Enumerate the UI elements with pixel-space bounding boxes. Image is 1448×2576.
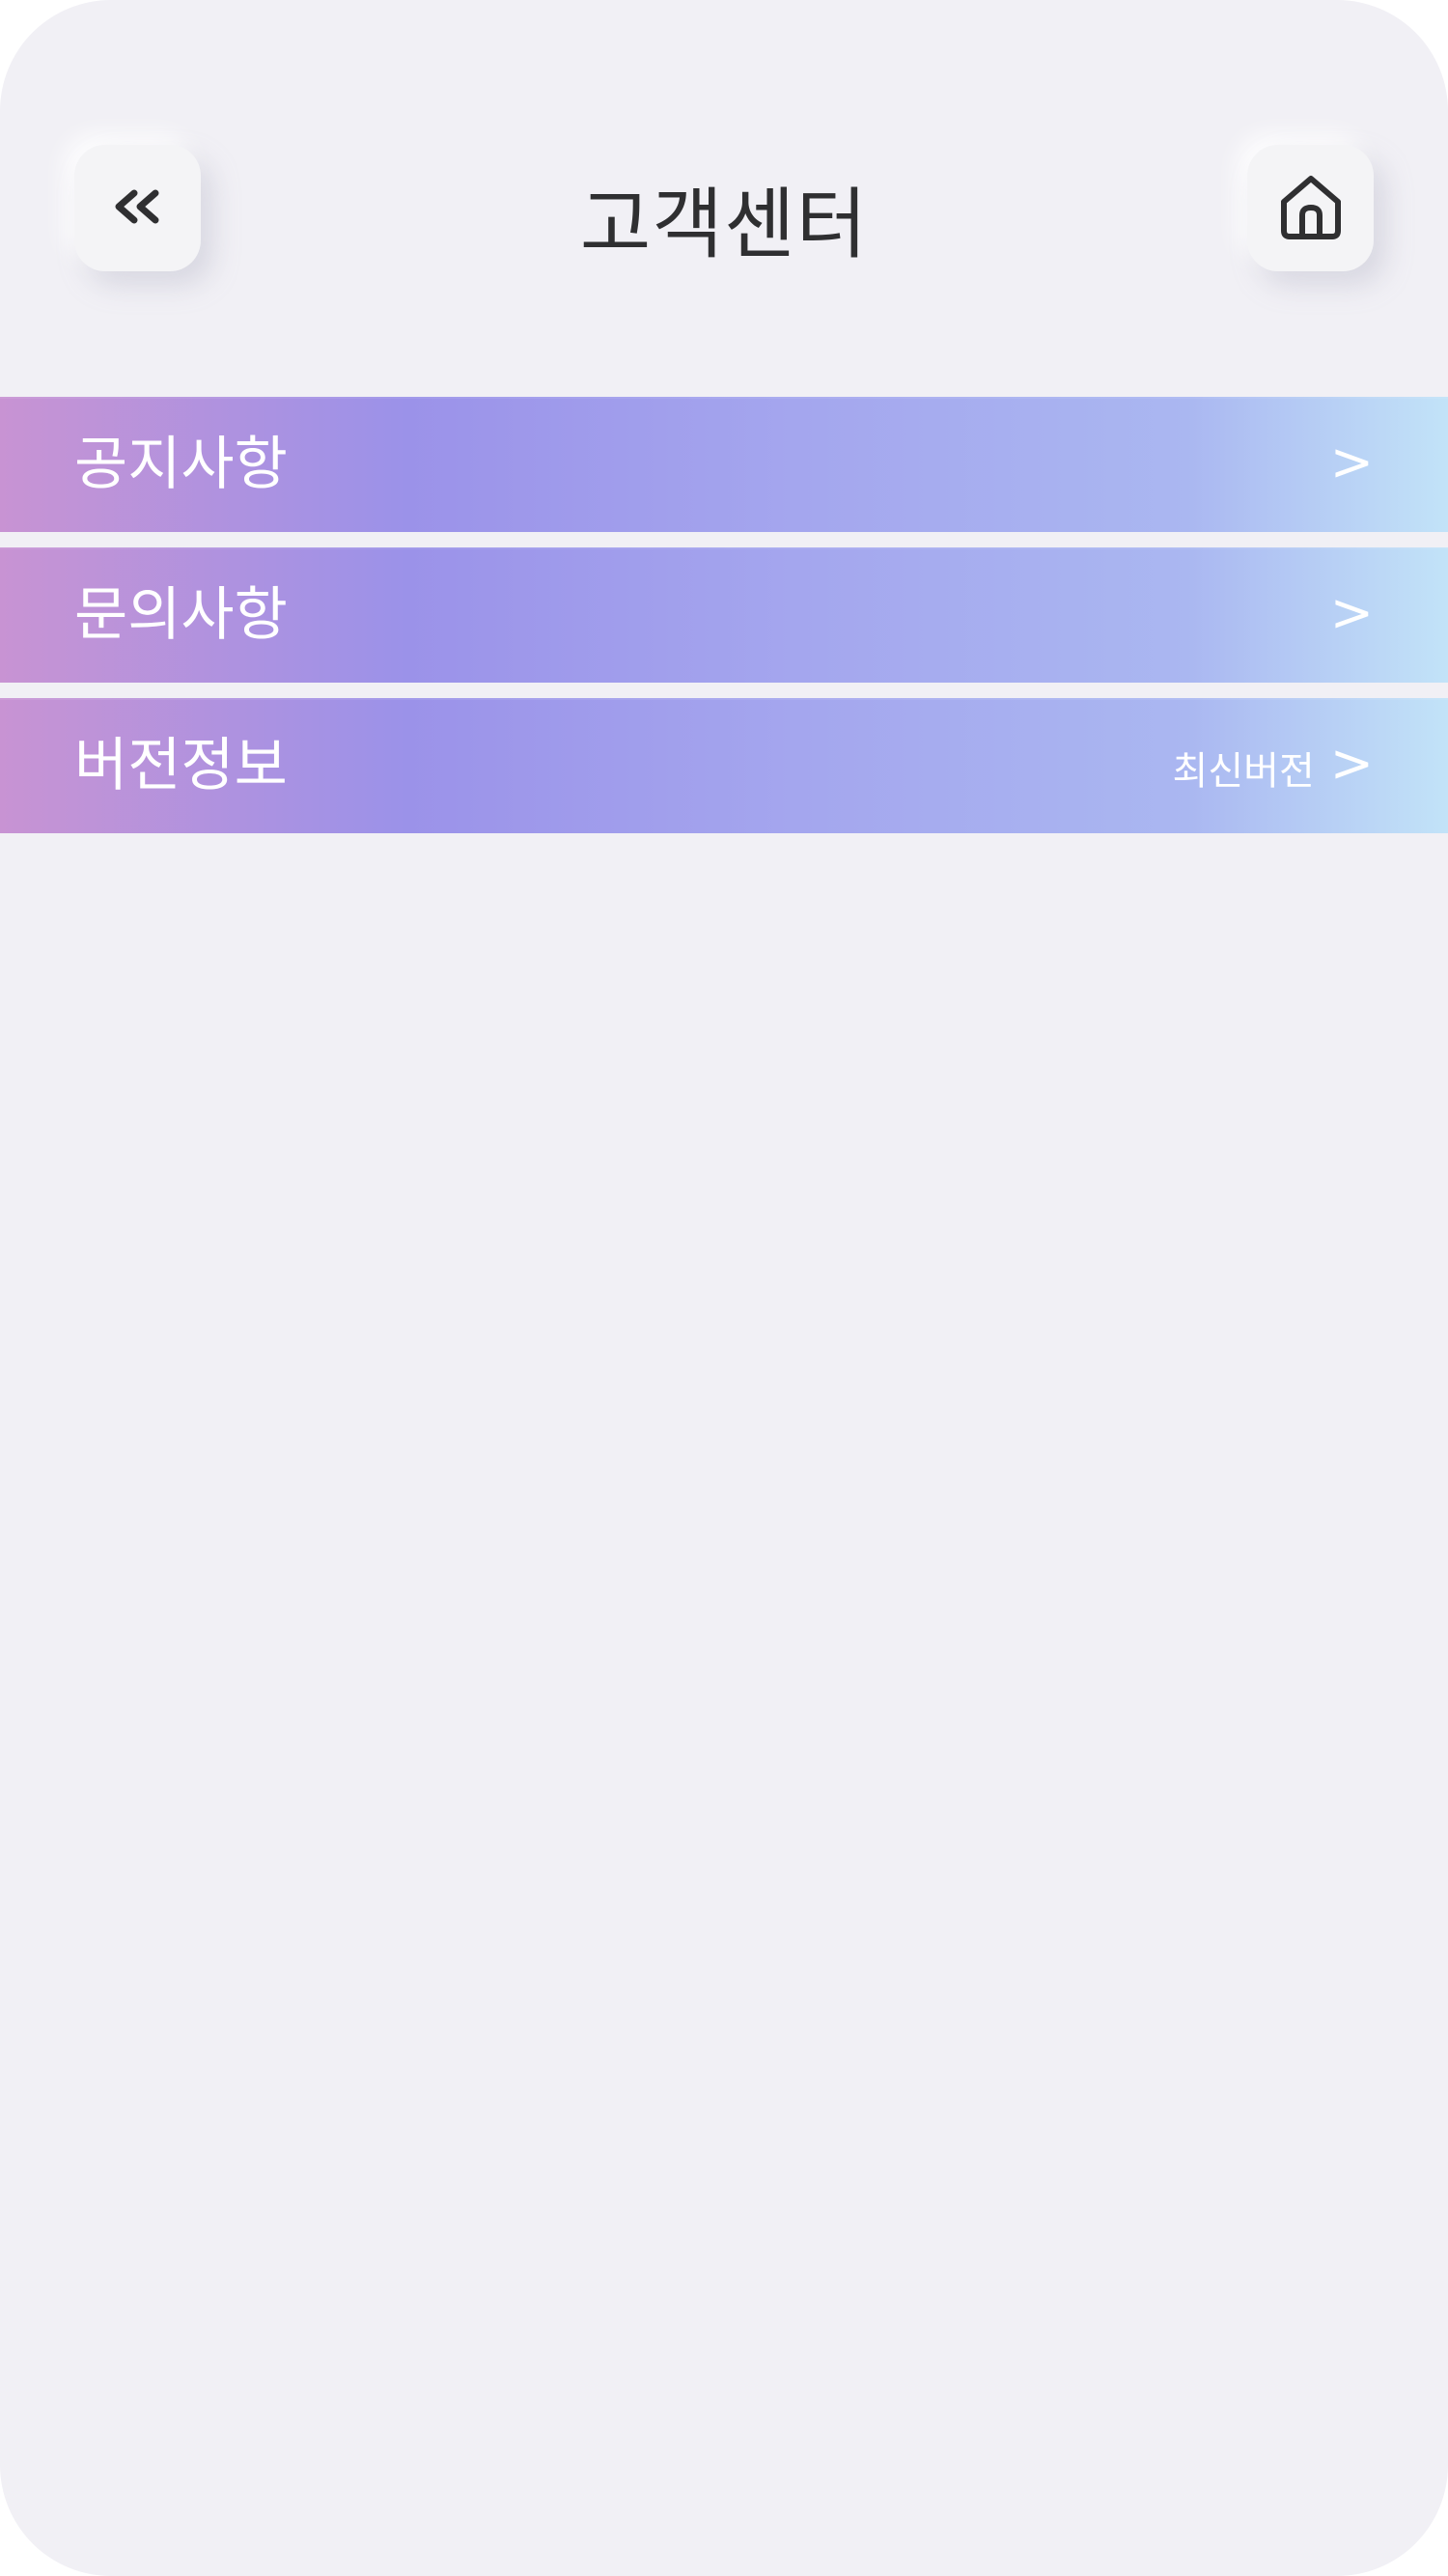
chevron-right-icon: > xyxy=(1329,732,1374,794)
chevron-right-icon: > xyxy=(1329,431,1374,492)
page-title: 고객센터 xyxy=(579,180,869,269)
header: 고객센터 xyxy=(0,145,1448,275)
menu-item-version[interactable]: 버전정보 최신버전 > xyxy=(0,698,1448,833)
home-button[interactable] xyxy=(1247,145,1374,271)
menu-item-inquiry[interactable]: 문의사항 > xyxy=(0,547,1448,683)
menu-list: 공지사항 > 문의사항 > 버전정보 최신버전 > xyxy=(0,397,1448,849)
menu-item-label: 문의사항 xyxy=(74,581,288,649)
menu-item-notice[interactable]: 공지사항 > xyxy=(0,397,1448,532)
home-icon xyxy=(1276,171,1346,246)
version-status: 최신버전 xyxy=(1172,749,1315,794)
menu-item-label: 버전정보 xyxy=(74,732,288,799)
menu-item-right: 최신버전 > xyxy=(1173,698,1374,833)
menu-item-label: 공지사항 xyxy=(74,431,288,498)
menu-item-right: > xyxy=(1330,397,1374,532)
menu-item-right: > xyxy=(1330,547,1374,683)
chevron-right-icon: > xyxy=(1329,581,1374,643)
customer-center-screen: 고객센터 공지사항 > 문의사항 > 버전정보 최신버전 > xyxy=(0,0,1448,2576)
